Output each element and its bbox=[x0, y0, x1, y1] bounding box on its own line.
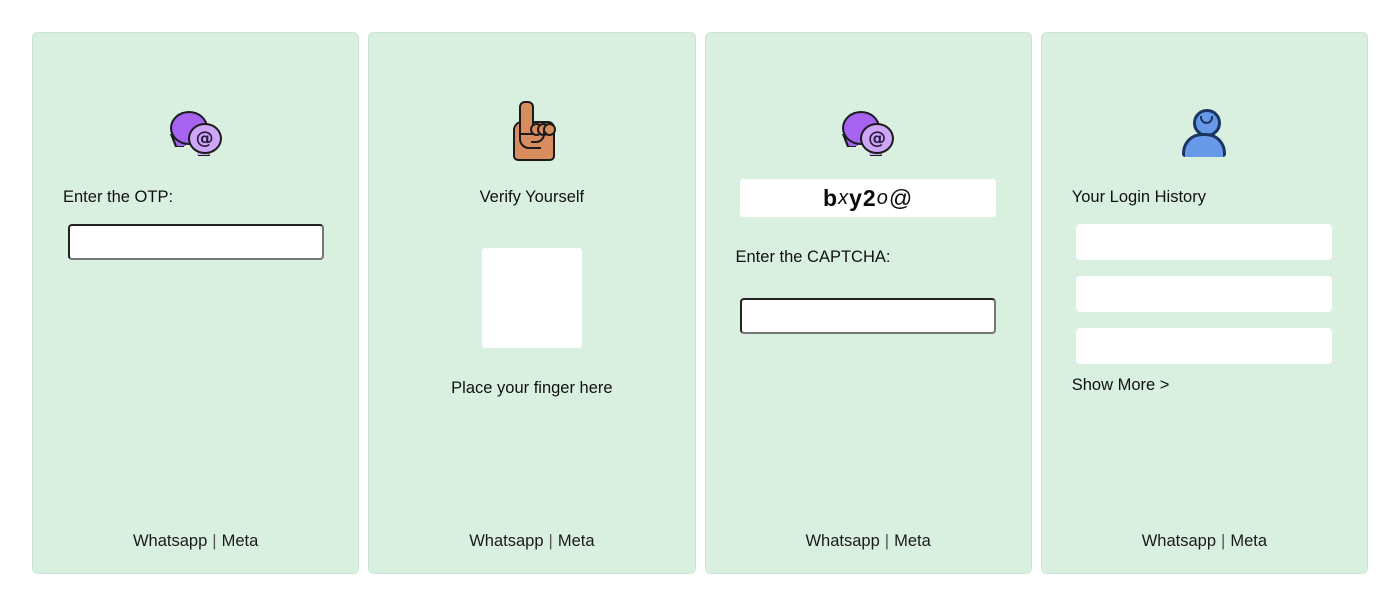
captcha-card-footer: Whatsapp | Meta bbox=[706, 532, 1031, 551]
captcha-char-4: 2 bbox=[862, 184, 877, 211]
login-history-row[interactable] bbox=[1076, 275, 1333, 312]
footer-meta-link[interactable]: Meta bbox=[894, 532, 931, 550]
captcha-label: Enter the CAPTCHA: bbox=[735, 248, 891, 266]
captcha-char-3: y bbox=[849, 184, 863, 211]
captcha-char-6: @ bbox=[888, 184, 914, 211]
captcha-char-1: b bbox=[823, 184, 839, 211]
cards-row: @ Enter the OTP: Whatsapp | Meta Verify … bbox=[32, 32, 1368, 574]
footer-whatsapp-link[interactable]: Whatsapp bbox=[133, 532, 207, 550]
captcha-char-2: x bbox=[838, 187, 850, 209]
captcha-card-icon-slot: @ bbox=[706, 45, 1031, 165]
at-symbol-glyph: @ bbox=[860, 123, 895, 154]
verify-card-footer: Whatsapp | Meta bbox=[369, 532, 694, 551]
login-history-card-footer: Whatsapp | Meta bbox=[1042, 532, 1367, 551]
show-more-button[interactable]: Show More > bbox=[1042, 376, 1367, 395]
otp-card-footer: Whatsapp | Meta bbox=[33, 532, 358, 551]
speech-bubbles-at-icon: @ bbox=[842, 111, 895, 157]
footer-whatsapp-link[interactable]: Whatsapp bbox=[469, 532, 543, 550]
footer-whatsapp-link[interactable]: Whatsapp bbox=[1142, 532, 1216, 550]
otp-card-icon-slot: @ bbox=[33, 45, 358, 165]
at-symbol-glyph: @ bbox=[187, 123, 222, 154]
verify-title: Verify Yourself bbox=[479, 188, 585, 206]
captcha-input[interactable] bbox=[740, 297, 997, 334]
footer-separator: | bbox=[884, 532, 890, 550]
otp-label: Enter the OTP: bbox=[63, 188, 174, 206]
footer-separator: | bbox=[1221, 532, 1226, 550]
login-history-row[interactable] bbox=[1076, 223, 1333, 260]
fingerprint-scanner-pad[interactable] bbox=[481, 247, 582, 348]
screen: @ Enter the OTP: Whatsapp | Meta Verify … bbox=[0, 0, 1400, 607]
footer-separator: | bbox=[548, 532, 553, 550]
verify-card-icon-slot bbox=[369, 45, 694, 165]
footer-meta-link[interactable]: Meta bbox=[558, 532, 595, 550]
index-pointing-up-hand-icon bbox=[511, 101, 556, 161]
person-bust-icon bbox=[1181, 109, 1227, 157]
person-body-shape bbox=[1182, 133, 1227, 157]
login-history-row[interactable] bbox=[1076, 327, 1333, 364]
otp-input[interactable] bbox=[67, 223, 324, 260]
fingerprint-instruction: Place your finger here bbox=[451, 378, 613, 397]
verify-card: Verify Yourself Place your finger here W… bbox=[368, 32, 696, 574]
login-history-title: Your Login History bbox=[1071, 188, 1206, 206]
footer-separator: | bbox=[212, 532, 217, 550]
captcha-char-5: o bbox=[876, 187, 889, 209]
footer-whatsapp-link[interactable]: Whatsapp bbox=[805, 532, 879, 550]
otp-card: @ Enter the OTP: Whatsapp | Meta bbox=[32, 32, 360, 574]
speech-bubbles-at-icon: @ bbox=[169, 111, 222, 157]
captcha-card: @ b x y 2 o @ Enter the CAPTCHA: Whatsap… bbox=[704, 32, 1032, 574]
login-history-card: Your Login History Show More > Whatsapp |… bbox=[1040, 32, 1368, 574]
footer-meta-link[interactable]: Meta bbox=[222, 532, 259, 550]
login-history-icon-slot bbox=[1042, 45, 1367, 165]
captcha-challenge-image: b x y 2 o @ bbox=[740, 179, 997, 217]
footer-meta-link[interactable]: Meta bbox=[1230, 532, 1267, 550]
